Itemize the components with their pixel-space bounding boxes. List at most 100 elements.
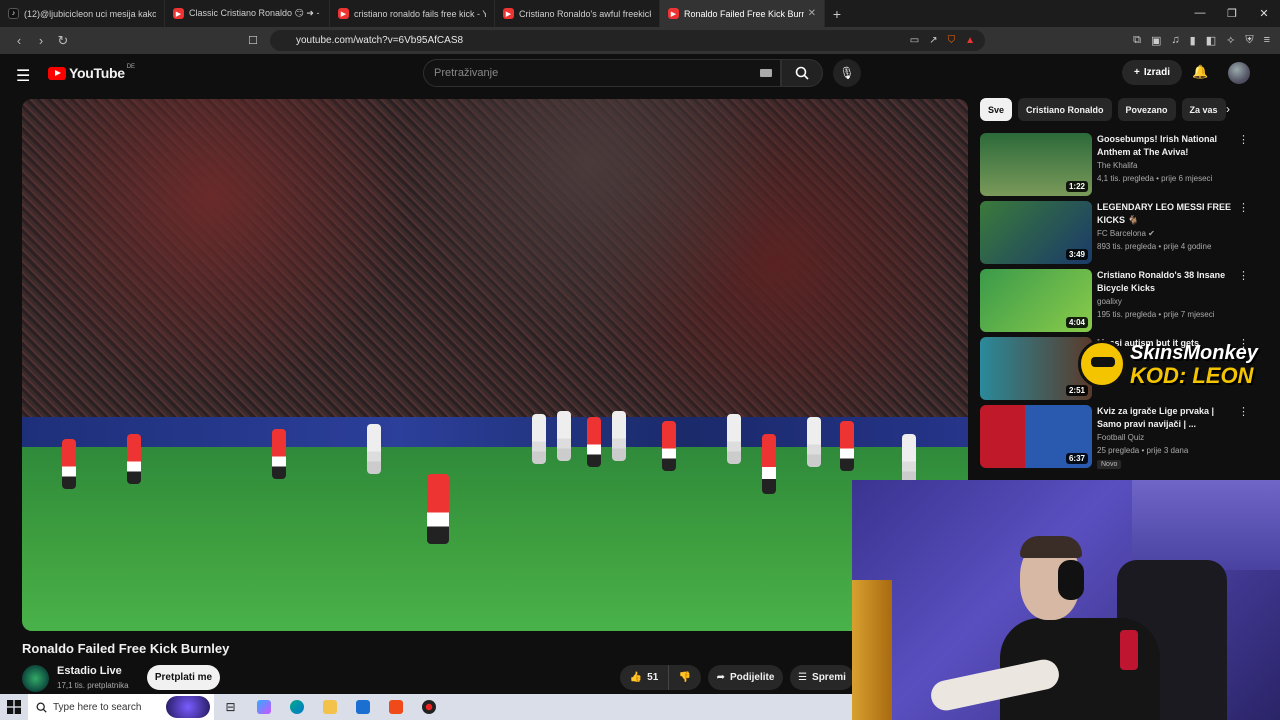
- media-icon[interactable]: ♫: [1171, 34, 1179, 47]
- forward-icon[interactable]: ›: [30, 33, 52, 48]
- screenshot-icon[interactable]: ▣: [1151, 34, 1161, 47]
- channel-avatar[interactable]: [22, 665, 49, 692]
- monkey-logo-icon: [1078, 340, 1126, 388]
- minimize-icon[interactable]: —: [1184, 7, 1216, 20]
- chip-all[interactable]: Sve: [980, 98, 1013, 121]
- youtube-icon: ▶: [173, 8, 184, 19]
- brave-icon[interactable]: [379, 700, 412, 714]
- vpn-icon[interactable]: ⛨: [1245, 34, 1253, 47]
- browser-tab[interactable]: ▶Cristiano Ronaldo's awful freekicks ag: [495, 0, 660, 27]
- recommendation-item[interactable]: 4:04 Cristiano Ronaldo's 38 Insane Bicyc…: [980, 269, 1270, 333]
- hamburger-menu-icon[interactable]: ☰: [16, 66, 30, 86]
- reload-icon[interactable]: ↻: [52, 33, 74, 49]
- file-explorer-icon[interactable]: [313, 700, 346, 714]
- tiktok-icon: ♪: [8, 8, 19, 19]
- streamer-webcam: [852, 480, 1280, 720]
- search-icon: [795, 66, 809, 80]
- menu-icon[interactable]: ≡: [1264, 34, 1270, 47]
- brave-rewards-icon[interactable]: ▲: [965, 35, 975, 46]
- url-bar[interactable]: ☐ youtube.com/watch?v=6Vb95AfCAS8 ▭ ↗ ⛉ …: [248, 30, 985, 51]
- close-window-icon[interactable]: ✕: [1248, 7, 1280, 20]
- video-frame-figure: [532, 414, 546, 464]
- browser-tab[interactable]: ▶cristiano ronaldo fails free kick - You…: [330, 0, 495, 27]
- video-thumbnail: 4:04: [980, 269, 1092, 332]
- windows-logo-icon: [7, 700, 21, 714]
- account-avatar[interactable]: [1228, 62, 1250, 84]
- browser-tab-bar: ♪ (12)@ljubicicleon uci mesija kako da ▶ C…: [0, 0, 1280, 27]
- youtube-play-icon: [48, 66, 66, 80]
- recommendation-item[interactable]: 3:49 LEGENDARY LEO MESSI FREE KICKS 🐐 FC…: [980, 201, 1270, 265]
- save-playlist-icon: ☰: [798, 672, 808, 683]
- video-frame-figure: [62, 439, 76, 489]
- chevron-right-icon[interactable]: ›: [1226, 102, 1230, 116]
- video-frame-figure: [807, 417, 821, 467]
- youtube-logo[interactable]: YouTube DE: [48, 64, 135, 81]
- restore-icon[interactable]: ❐: [1216, 7, 1248, 20]
- video-frame-figure: [762, 434, 776, 494]
- browser-tab[interactable]: ♪ (12)@ljubicicleon uci mesija kako da: [0, 0, 165, 27]
- brave-shield-icon[interactable]: ⛉: [948, 35, 956, 46]
- close-tab-icon[interactable]: ✕: [808, 8, 816, 19]
- search-highlight-image: [166, 696, 210, 718]
- share-button[interactable]: ➦ Podijelite: [708, 665, 783, 690]
- cast-icon[interactable]: ▭: [910, 35, 919, 46]
- extensions-icon[interactable]: ⧉: [1133, 34, 1141, 47]
- browser-tab-active[interactable]: ▶ Ronaldo Failed Free Kick Burnl ✕: [660, 0, 825, 27]
- edge-icon[interactable]: [280, 700, 313, 714]
- dislike-button[interactable]: 👎: [668, 665, 701, 690]
- filter-chips: Sve Cristiano Ronaldo Povezano Za vas: [980, 98, 1226, 122]
- more-options-icon[interactable]: ⋮: [1238, 133, 1249, 146]
- wallet-icon[interactable]: ◧: [1206, 34, 1216, 47]
- copilot-icon[interactable]: [247, 700, 280, 714]
- outlook-icon[interactable]: [346, 700, 379, 714]
- recommendation-item[interactable]: 1:22 Goosebumps! Irish National Anthem a…: [980, 133, 1270, 197]
- save-button[interactable]: ☰ Spremi: [790, 665, 854, 690]
- video-thumbnail: 6:37: [980, 405, 1092, 468]
- new-badge: Novo: [1097, 460, 1122, 469]
- video-frame-pitch: [22, 447, 968, 631]
- back-icon[interactable]: ‹: [8, 33, 30, 48]
- search-box: [423, 59, 781, 87]
- sidebar-icon[interactable]: ▮: [1190, 34, 1196, 47]
- search-icon: [36, 702, 47, 713]
- video-frame-figure: [902, 434, 916, 484]
- share-icon: ➦: [716, 672, 725, 683]
- notifications-bell-icon[interactable]: 🔔: [1192, 64, 1208, 80]
- thumbs-up-icon: 👍: [629, 672, 643, 683]
- browser-tab[interactable]: ▶Classic Cristiano Ronaldo 😏 ➜ - You: [165, 0, 330, 27]
- search-input[interactable]: [434, 67, 734, 79]
- channel-name[interactable]: Estadio Live: [57, 665, 122, 677]
- chip-for-you[interactable]: Za vas: [1181, 98, 1226, 121]
- video-frame-figure: [612, 411, 626, 461]
- chip-related[interactable]: Povezano: [1117, 98, 1176, 121]
- video-frame-figure: [272, 429, 286, 479]
- chip-cristiano-ronaldo[interactable]: Cristiano Ronaldo: [1018, 98, 1112, 121]
- microphone-icon: 🎙: [839, 66, 855, 80]
- leo-icon[interactable]: ✧: [1226, 34, 1235, 47]
- video-thumbnail: 2:51: [980, 337, 1092, 400]
- more-options-icon[interactable]: ⋮: [1238, 269, 1249, 282]
- obs-icon[interactable]: [412, 700, 445, 714]
- more-options-icon[interactable]: ⋮: [1238, 201, 1249, 214]
- like-button[interactable]: 👍 51: [620, 665, 668, 690]
- subscribe-button[interactable]: Pretplati me: [147, 665, 220, 690]
- new-tab-button[interactable]: +: [825, 6, 849, 22]
- voice-search-button[interactable]: 🎙: [833, 59, 861, 87]
- taskbar-search[interactable]: Type here to search: [28, 694, 214, 720]
- more-options-icon[interactable]: ⋮: [1238, 405, 1249, 418]
- video-player[interactable]: [22, 99, 968, 631]
- address-toolbar: ‹ › ↻ ☐ youtube.com/watch?v=6Vb95AfCAS8 …: [0, 27, 1280, 54]
- create-button[interactable]: + Izradi: [1122, 60, 1182, 85]
- keyboard-icon[interactable]: [760, 69, 772, 77]
- start-button[interactable]: [0, 700, 28, 714]
- webcam-monitor: [852, 580, 892, 720]
- task-view-icon[interactable]: ⊟: [214, 700, 247, 714]
- search-button[interactable]: [781, 59, 823, 87]
- video-frame-figure: [367, 424, 381, 474]
- video-frame-crowd: [22, 99, 968, 429]
- share-page-icon[interactable]: ↗: [929, 35, 937, 46]
- video-frame-figure: [662, 421, 676, 471]
- video-thumbnail: 1:22: [980, 133, 1092, 196]
- recommendation-item[interactable]: 6:37 Kviz za igrače Lige prvaka | Samo p…: [980, 405, 1270, 469]
- bookmark-icon[interactable]: ☐: [248, 34, 258, 47]
